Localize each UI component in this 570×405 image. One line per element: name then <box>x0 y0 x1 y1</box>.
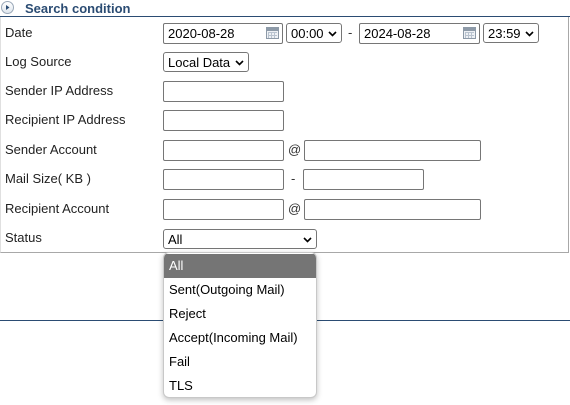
date-label: Date <box>5 25 33 40</box>
recipient-account-label: Recipient Account <box>5 201 110 216</box>
start-date-value: 2020-08-28 <box>168 26 235 41</box>
sender-account-label: Sender Account <box>5 142 97 157</box>
date-range-separator: - <box>348 25 353 40</box>
at-sign: @ <box>288 142 302 157</box>
status-option-all[interactable]: All <box>164 254 316 278</box>
calendar-icon[interactable] <box>463 27 476 39</box>
log-source-value: Local Data <box>168 55 231 70</box>
chevron-down-icon <box>235 60 244 66</box>
log-source-label: Log Source <box>5 54 72 69</box>
start-time-select[interactable]: 00:00 <box>286 23 342 43</box>
expand-icon[interactable] <box>1 1 14 14</box>
sender-account-domain-input[interactable] <box>304 140 481 161</box>
section-title: Search condition <box>25 1 131 16</box>
status-option-reject[interactable]: Reject <box>164 302 316 326</box>
at-sign: @ <box>288 201 302 216</box>
status-option-tls[interactable]: TLS <box>164 374 316 397</box>
recipient-account-domain-input[interactable] <box>304 199 481 220</box>
start-date-field[interactable]: 2020-08-28 <box>163 23 283 44</box>
status-select[interactable]: All <box>163 229 317 249</box>
search-form <box>0 17 569 253</box>
status-option-accept[interactable]: Accept(Incoming Mail) <box>164 326 316 350</box>
calendar-icon[interactable] <box>266 27 279 39</box>
status-label: Status <box>5 230 42 245</box>
mail-size-label: Mail Size( KB ) <box>5 171 91 186</box>
chevron-down-icon <box>303 237 312 243</box>
recipient-ip-label: Recipient IP Address <box>5 112 126 127</box>
mail-size-separator: - <box>291 171 296 186</box>
search-condition-header[interactable]: Search condition <box>0 0 570 17</box>
mail-size-min-input[interactable] <box>163 169 284 190</box>
status-value: All <box>168 232 183 247</box>
recipient-account-user-input[interactable] <box>163 199 284 220</box>
chevron-down-icon <box>525 31 534 37</box>
end-time-select[interactable]: 23:59 <box>483 23 539 43</box>
sender-ip-input[interactable] <box>163 81 284 102</box>
end-date-value: 2024-08-28 <box>364 26 431 41</box>
chevron-down-icon <box>328 31 337 37</box>
mail-size-max-input[interactable] <box>303 169 424 190</box>
start-time-value: 00:00 <box>291 26 324 41</box>
end-time-value: 23:59 <box>488 26 521 41</box>
log-source-select[interactable]: Local Data <box>163 52 249 72</box>
status-option-sent[interactable]: Sent(Outgoing Mail) <box>164 278 316 302</box>
sender-ip-label: Sender IP Address <box>5 83 114 98</box>
sender-account-user-input[interactable] <box>163 140 284 161</box>
end-date-field[interactable]: 2024-08-28 <box>359 23 480 44</box>
status-option-fail[interactable]: Fail <box>164 350 316 374</box>
status-dropdown-list: All Sent(Outgoing Mail) Reject Accept(In… <box>163 252 317 398</box>
recipient-ip-input[interactable] <box>163 110 284 131</box>
